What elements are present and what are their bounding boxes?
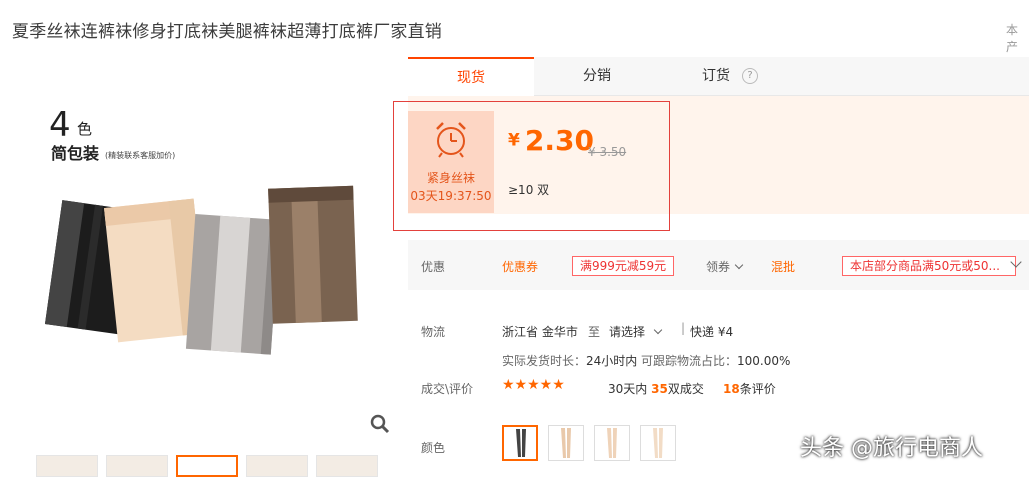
divider: | xyxy=(681,321,686,335)
review-count[interactable]: 18条评价 xyxy=(723,380,776,397)
product-title: 夏季丝袜连裤袜修身打底袜美腿裤袜超薄打底裤厂家直销 xyxy=(12,22,442,42)
help-icon[interactable]: ? xyxy=(742,68,758,84)
purchase-tabs: 现货 分销 订货? xyxy=(408,57,1029,97)
highlight-box xyxy=(393,101,670,231)
color-label: 颜色 xyxy=(421,441,446,455)
destination-select[interactable]: 请选择 xyxy=(609,323,663,340)
grey-stocking-pack xyxy=(185,214,281,355)
sales-count[interactable]: 30天内 35双成交 xyxy=(608,380,704,397)
tab-in-stock[interactable]: 现货 xyxy=(408,57,534,97)
tab-distribution[interactable]: 分销 xyxy=(534,57,660,95)
logistics-label: 物流 xyxy=(421,325,446,339)
brown-stocking-pack xyxy=(268,185,358,324)
corner-text: 本产 xyxy=(1006,23,1019,54)
origin-location: 浙江省 金华市 xyxy=(502,325,578,339)
color-swatch-black[interactable] xyxy=(502,425,538,461)
zoom-icon[interactable] xyxy=(368,412,392,436)
image-pack-text: 简包装 xyxy=(51,144,99,163)
image-note-text: (精装联系客服加价) xyxy=(105,150,175,160)
image-color-char: 色 xyxy=(77,120,92,138)
watermark: 头条 @旅行电商人 xyxy=(800,436,983,461)
rating-stars: ★★★★★ xyxy=(502,377,565,393)
express-fee: 快递 ¥4 xyxy=(690,325,734,339)
color-swatch-light[interactable] xyxy=(640,425,676,461)
product-image[interactable]: 4 色 简包装 (精装联系客服加价) xyxy=(25,92,395,432)
trace-rate: 可跟踪物流占比：100.00% xyxy=(641,354,791,368)
product-illustration: 4 色 简包装 (精装联系客服加价) xyxy=(44,105,358,355)
tab-order[interactable]: 订货? xyxy=(660,57,800,95)
chevron-down-icon xyxy=(653,325,663,335)
get-coupon-button[interactable]: 领券 xyxy=(706,258,744,275)
discount-label: 优惠 xyxy=(421,260,446,274)
color-swatch-nude[interactable] xyxy=(548,425,584,461)
image-big-number: 4 xyxy=(49,105,71,145)
deals-label: 成交\评价 xyxy=(421,382,474,396)
coupon-tag[interactable]: 满999元减59元 xyxy=(572,256,675,276)
mix-label: 混批 xyxy=(771,260,796,274)
chevron-down-icon xyxy=(734,260,744,270)
ship-time: 实际发货时长：24小时内 xyxy=(502,354,638,368)
mix-tag[interactable]: 本店部分商品满50元或50... xyxy=(842,256,1016,276)
color-swatch-skin[interactable] xyxy=(594,425,630,461)
coupon-label: 优惠券 xyxy=(502,260,539,274)
to-text: 至 xyxy=(588,325,601,339)
